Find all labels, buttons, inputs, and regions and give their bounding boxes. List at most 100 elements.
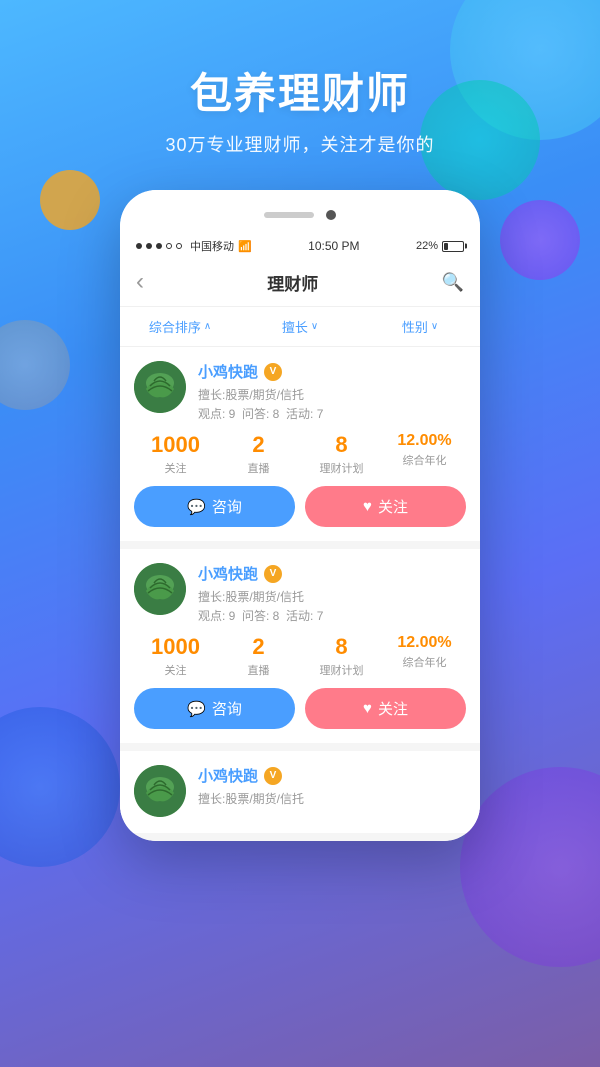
blob-7: [0, 707, 120, 867]
back-button[interactable]: ‹: [136, 268, 144, 296]
stat-live-value-2: 2: [217, 634, 300, 660]
filter-comprehensive-arrow: ∧: [204, 321, 211, 332]
vip-badge-3: V: [264, 767, 282, 785]
advisor-specialty-3: 擅长:股票/期货/信托: [198, 790, 466, 807]
advisor-specialty-2: 擅长:股票/期货/信托: [198, 588, 466, 605]
filter-bar: 综合排序 ∧ 擅长 ∨ 性别 ∨: [120, 307, 480, 347]
signal-dot-3: [156, 243, 162, 249]
phone-bezel: [120, 190, 480, 234]
advisor-row-3: 小鸡快跑 V 擅长:股票/期货/信托: [134, 765, 466, 817]
advisor-row-1: 小鸡快跑 V 擅长:股票/期货/信托 观点: 9 问答: 8 活动: 7: [134, 361, 466, 422]
avatar-2: [134, 563, 186, 615]
signal-dot-5: [176, 243, 182, 249]
follow-button-2[interactable]: ♥ 关注: [305, 688, 466, 729]
filter-gender-label: 性别: [402, 317, 428, 336]
advisor-name-3: 小鸡快跑: [198, 765, 258, 786]
advisor-row-2: 小鸡快跑 V 擅长:股票/期货/信托 观点: 9 问答: 8 活动: 7: [134, 563, 466, 624]
stat-live-label-1: 直播: [217, 460, 300, 476]
follow-button-1[interactable]: ♥ 关注: [305, 486, 466, 527]
avatar-3: [134, 765, 186, 817]
consult-label-2: 咨询: [212, 698, 242, 719]
stat-plan-1: 8 理财计划: [300, 432, 383, 476]
blob-5: [0, 320, 70, 410]
stat-live-label-2: 直播: [217, 662, 300, 678]
stat-follow-label-2: 关注: [134, 662, 217, 678]
signal-dot-4: [166, 243, 172, 249]
stat-plan-label-1: 理财计划: [300, 460, 383, 476]
chat-icon-2: 💬: [187, 700, 206, 718]
stat-follow-value-2: 1000: [134, 634, 217, 660]
stat-yield-value-1: 12.00%: [383, 432, 466, 450]
advisor-info-2: 小鸡快跑 V 擅长:股票/期货/信托 观点: 9 问答: 8 活动: 7: [198, 563, 466, 624]
advisor-name-row-3: 小鸡快跑 V: [198, 765, 466, 786]
stat-yield-2: 12.00% 综合年化: [383, 634, 466, 678]
phone-camera: [326, 210, 336, 220]
phone-body: 中国移动 📶 10:50 PM 22% ‹ 理财师 🔍 综合排序 ∧: [120, 190, 480, 841]
stat-follow-label-1: 关注: [134, 460, 217, 476]
blob-3: [500, 200, 580, 280]
stat-plan-value-2: 8: [300, 634, 383, 660]
stat-yield-1: 12.00% 综合年化: [383, 432, 466, 476]
app-header: ‹ 理财师 🔍: [120, 258, 480, 307]
consult-button-2[interactable]: 💬 咨询: [134, 688, 295, 729]
battery-icon: [442, 241, 464, 252]
status-bar: 中国移动 📶 10:50 PM 22%: [120, 234, 480, 258]
stat-live-2: 2 直播: [217, 634, 300, 678]
phone-speaker: [264, 212, 314, 218]
filter-gender-arrow: ∨: [431, 321, 438, 332]
blob-4: [40, 170, 100, 230]
stat-follow-value-1: 1000: [134, 432, 217, 458]
vip-badge-2: V: [264, 565, 282, 583]
chat-icon-1: 💬: [187, 498, 206, 516]
advisor-card-3: 小鸡快跑 V 擅长:股票/期货/信托: [120, 751, 480, 833]
follow-label-1: 关注: [378, 496, 408, 517]
advisor-info-1: 小鸡快跑 V 擅长:股票/期货/信托 观点: 9 问答: 8 活动: 7: [198, 361, 466, 422]
advisor-stats-text-1: 观点: 9 问答: 8 活动: 7: [198, 405, 466, 422]
action-row-2: 💬 咨询 ♥ 关注: [134, 688, 466, 729]
avatar-1: [134, 361, 186, 413]
stat-follow-1: 1000 关注: [134, 432, 217, 476]
advisor-card-2: 小鸡快跑 V 擅长:股票/期货/信托 观点: 9 问答: 8 活动: 7 100…: [120, 549, 480, 743]
filter-comprehensive-label: 综合排序: [149, 317, 201, 336]
search-icon[interactable]: 🔍: [442, 272, 464, 293]
filter-specialty-label: 擅长: [282, 317, 308, 336]
stat-yield-label-1: 综合年化: [383, 452, 466, 468]
advisor-name-row-1: 小鸡快跑 V: [198, 361, 466, 382]
advisor-info-3: 小鸡快跑 V 擅长:股票/期货/信托: [198, 765, 466, 809]
status-right: 22%: [416, 240, 464, 252]
stat-live-1: 2 直播: [217, 432, 300, 476]
consult-button-1[interactable]: 💬 咨询: [134, 486, 295, 527]
stat-plan-value-1: 8: [300, 432, 383, 458]
vip-badge-1: V: [264, 363, 282, 381]
advisor-card-1: 小鸡快跑 V 擅长:股票/期货/信托 观点: 9 问答: 8 活动: 7 100…: [120, 347, 480, 541]
filter-specialty[interactable]: 擅长 ∨: [240, 317, 360, 336]
blob-6: [460, 767, 600, 967]
advisor-stats-text-2: 观点: 9 问答: 8 活动: 7: [198, 607, 466, 624]
advisor-name-row-2: 小鸡快跑 V: [198, 563, 466, 584]
status-left: 中国移动 📶: [136, 238, 252, 254]
stats-row-2: 1000 关注 2 直播 8 理财计划 12.00% 综合年化: [134, 634, 466, 678]
stat-yield-value-2: 12.00%: [383, 634, 466, 652]
page-title: 理财师: [267, 270, 318, 295]
carrier-name: 中国移动: [190, 238, 234, 254]
wifi-icon: 📶: [238, 240, 252, 253]
advisor-name-1: 小鸡快跑: [198, 361, 258, 382]
filter-specialty-arrow: ∨: [311, 321, 318, 332]
status-time: 10:50 PM: [308, 239, 359, 253]
advisor-specialty-1: 擅长:股票/期货/信托: [198, 386, 466, 403]
stat-follow-2: 1000 关注: [134, 634, 217, 678]
stat-plan-2: 8 理财计划: [300, 634, 383, 678]
consult-label-1: 咨询: [212, 496, 242, 517]
battery-pct: 22%: [416, 240, 438, 252]
stat-live-value-1: 2: [217, 432, 300, 458]
battery-fill: [444, 243, 448, 250]
action-row-1: 💬 咨询 ♥ 关注: [134, 486, 466, 527]
stats-row-1: 1000 关注 2 直播 8 理财计划 12.00% 综合年化: [134, 432, 466, 476]
signal-dot-1: [136, 243, 142, 249]
filter-comprehensive[interactable]: 综合排序 ∧: [120, 317, 240, 336]
hero-subtitle: 30万专业理财师，关注才是你的: [0, 131, 600, 157]
hero-title: 包养理财师: [0, 60, 600, 121]
filter-gender[interactable]: 性别 ∨: [360, 317, 480, 336]
stat-yield-label-2: 综合年化: [383, 654, 466, 670]
heart-icon-1: ♥: [363, 498, 372, 515]
